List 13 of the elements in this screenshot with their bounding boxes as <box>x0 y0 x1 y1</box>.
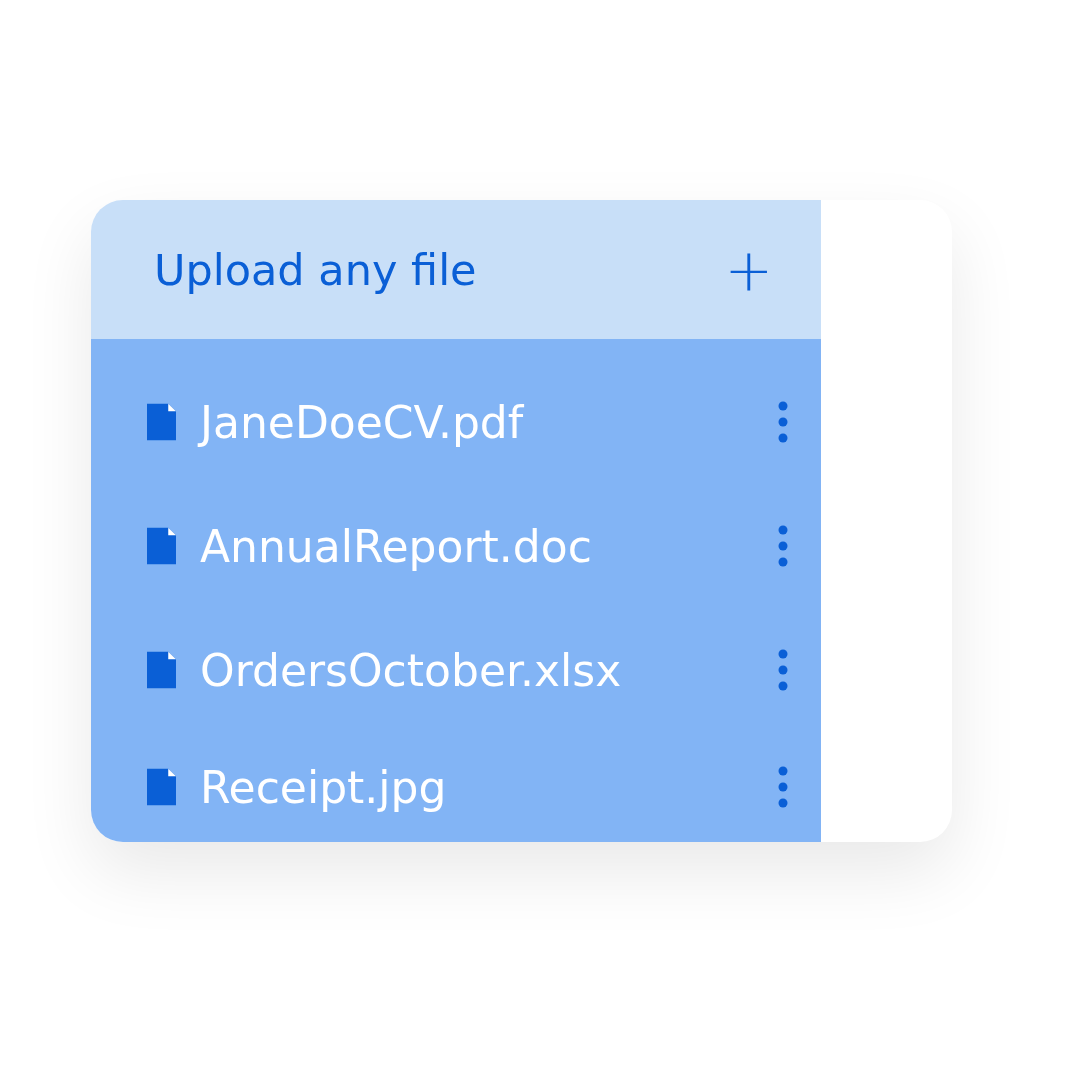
file-name[interactable]: OrdersOctober.xlsx <box>200 644 778 696</box>
file-icon <box>147 768 176 806</box>
more-options-icon[interactable] <box>778 766 788 808</box>
upload-title: Upload any file <box>154 244 477 295</box>
file-name[interactable]: Receipt.jpg <box>200 761 778 813</box>
file-icon <box>147 403 176 441</box>
more-options-icon[interactable] <box>778 401 788 443</box>
file-icon <box>147 527 176 565</box>
more-options-icon[interactable] <box>778 649 788 691</box>
file-icon <box>147 651 176 689</box>
add-file-button[interactable]: + <box>724 240 773 299</box>
file-name[interactable]: AnnualReport.doc <box>200 520 778 572</box>
more-options-icon[interactable] <box>778 525 788 567</box>
